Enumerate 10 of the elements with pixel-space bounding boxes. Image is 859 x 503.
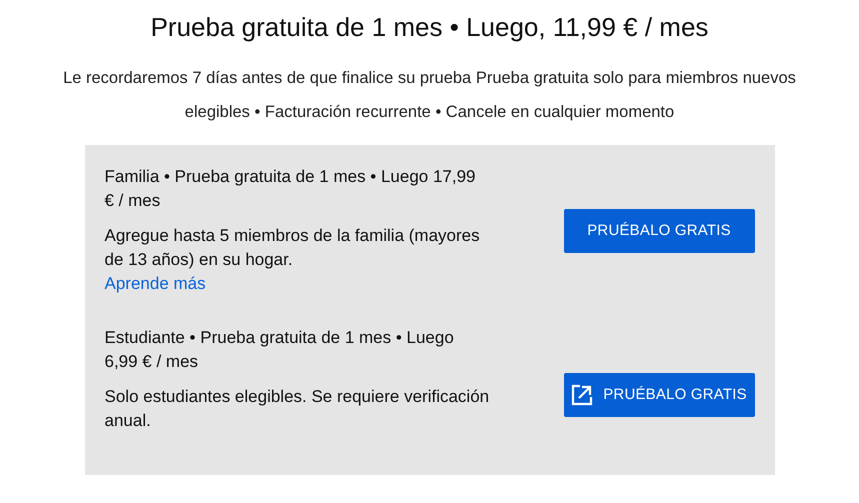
plan-description: Solo estudiantes elegibles. Se requiere verificación anual. [104, 386, 490, 432]
learn-more-link[interactable]: Aprende más [104, 272, 206, 296]
external-link-icon [571, 384, 594, 406]
try-free-button[interactable]: PRUÉBALO GRATIS [564, 208, 754, 252]
plan-description: Agregue hasta 5 miembros de la familia (mayores de 13 años) en su hogar. [104, 225, 481, 271]
page-heading: Prueba gratuita de 1 mes • Luego, 11,99 € / mes [150, 11, 708, 44]
trial-terms-text: Le recordaremos 7 días antes de que finalice su prueba Prueba gratuita solo para miembros nuevos elegibles • Facturación recurrente • Cancele en cualquier momento [62, 68, 797, 123]
plan-title: Estudiante • Prueba gratuita de 1 mes • Luego 6,99 € / mes [104, 327, 455, 373]
plan-title: Familia • Prueba gratuita de 1 mes • Luego 17,99 € / mes [104, 166, 477, 212]
try-free-button[interactable]: PRUÉBALO GRATIS [564, 372, 754, 416]
